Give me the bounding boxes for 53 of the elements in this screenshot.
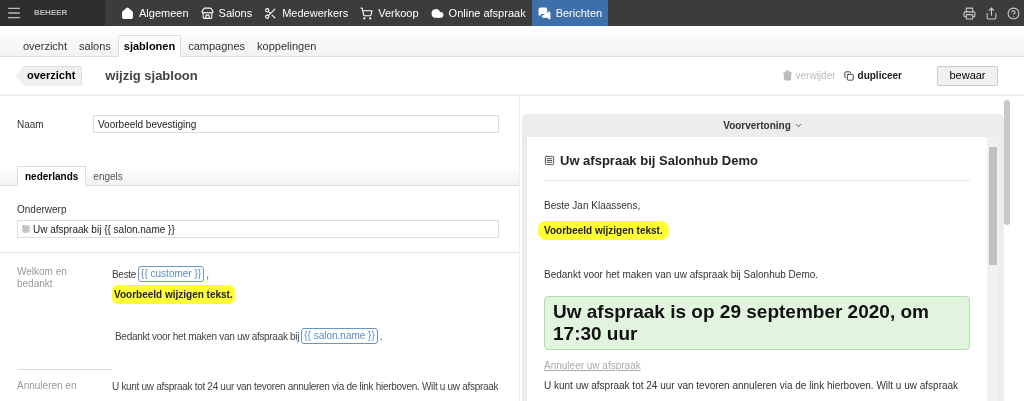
section-label: Annuleren en (17, 380, 78, 392)
nav-tab[interactable]: Salons (194, 0, 259, 26)
editor-text: , (206, 267, 209, 282)
nav-tab[interactable]: Algemeen (115, 0, 195, 26)
nav-tab[interactable]: Online afspraak (424, 0, 532, 26)
copy-icon (843, 70, 854, 81)
chat-icon (537, 6, 551, 20)
cart-icon (360, 6, 374, 20)
email-text: U kunt uw afspraak tot 24 uur van tevoren annuleren via de link hierboven. Wilt u uw afspraak (544, 379, 960, 393)
editor-text: U kunt uw afspraak tot 24 uur van tevoren annuleren via de link hierboven. Wilt u uw afspraak (112, 380, 499, 394)
brand-label: BEHEER (34, 7, 68, 19)
scrollbar[interactable] (987, 136, 999, 401)
subnav-tab[interactable]: koppelingen (252, 35, 322, 57)
store-icon (200, 6, 214, 20)
highlighted-text: Voorbeeld wijzigen tekst. (538, 221, 669, 240)
save-button[interactable]: bewaar (937, 65, 998, 86)
trash-icon (781, 70, 793, 81)
editor-text: Beste (112, 267, 137, 282)
nav-tab[interactable]: Berichten (531, 0, 609, 26)
print-icon[interactable] (963, 6, 976, 20)
back-button[interactable]: overzicht (16, 65, 83, 86)
editor-text: . (379, 329, 383, 344)
language-tab[interactable]: nederlands (17, 166, 87, 186)
preview-dropdown[interactable]: Voorvertoning (522, 114, 1004, 137)
email-subject: Uw afspraak bij Salonhub Demo (560, 151, 758, 170)
duplicate-button[interactable]: dupliceer (843, 68, 902, 83)
name-field[interactable]: Voorbeeld bevestiging (93, 115, 499, 133)
page-title: wijzig sjabloon (105, 66, 198, 85)
email-text: Bedankt voor het maken van uw afspraak bij Salonhub Demo. (544, 268, 820, 282)
nav-tab[interactable]: Verkoop (354, 0, 425, 26)
highlighted-text: Voorbeeld wijzigen tekst. (112, 285, 235, 304)
scissors-icon (264, 6, 278, 20)
share-icon[interactable] (985, 6, 998, 20)
subject-field[interactable]: Uw afspraak bij {{ salon.name }} (17, 220, 499, 238)
help-icon[interactable] (1007, 6, 1020, 20)
appointment-box: Uw afspraak is op 29 september 2020, om 17:30 uur (544, 296, 970, 350)
subnav-tab[interactable]: sjablonen (117, 35, 182, 57)
cloud-icon (430, 6, 444, 20)
email-text: Beste Jan Klaassens, (544, 199, 642, 213)
subject-label: Onderwerp (17, 203, 68, 217)
name-label: Naam (17, 117, 45, 132)
subnav-tab[interactable]: campagnes (183, 35, 251, 57)
menu-icon[interactable] (6, 5, 22, 21)
placeholder-token[interactable]: {{ customer }} (138, 266, 205, 282)
nav-tab[interactable]: Medewerkers (258, 0, 355, 26)
subnav-tab[interactable]: salons (74, 35, 116, 57)
subnav-tab[interactable]: overzicht (18, 35, 73, 57)
language-tab[interactable]: engels (86, 166, 130, 186)
section-label: Welkom en bedankt (17, 266, 68, 290)
placeholder-token[interactable]: {{ salon.name }} (301, 328, 378, 344)
editor-text: Bedankt voor het maken van uw afspraak bij (115, 329, 300, 344)
home-icon (121, 6, 134, 20)
page-scrollbar[interactable] (1004, 100, 1010, 225)
